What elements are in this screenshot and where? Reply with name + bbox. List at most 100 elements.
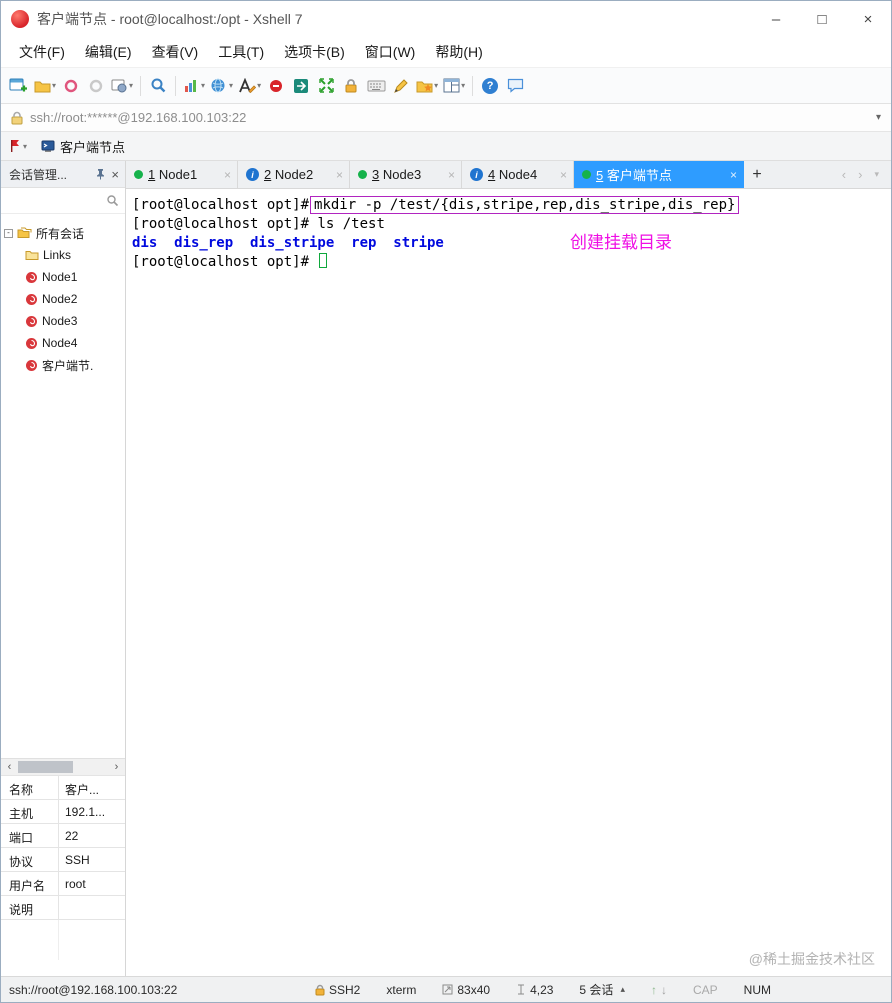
virtual-keyboard-button[interactable] — [364, 72, 388, 99]
web-button[interactable]: ▾ — [208, 72, 235, 99]
tree-root-all-sessions[interactable]: - 所有会话 — [1, 222, 125, 244]
address-bar[interactable]: ssh://root:******@192.168.100.103:22 ▾ — [1, 104, 891, 132]
favorites-button[interactable]: ▾ — [414, 72, 440, 99]
scrollbar-track[interactable] — [18, 759, 108, 775]
tab-status-info-icon: i — [470, 168, 483, 181]
search-icon[interactable] — [106, 194, 119, 207]
disconnect-button[interactable] — [264, 72, 288, 99]
title-bar: 客户端节点 - root@localhost:/opt - Xshell 7 –… — [1, 1, 891, 37]
tab-node4[interactable]: i 4 Node4 × — [462, 161, 574, 188]
sidebar-horizontal-scrollbar[interactable]: ‹ › — [1, 758, 125, 775]
tree-item-node2[interactable]: Node2 — [1, 288, 125, 310]
transfer-button[interactable] — [59, 72, 83, 99]
tab-close-icon[interactable]: × — [224, 168, 231, 182]
compose-pen-icon — [394, 78, 408, 93]
menu-bar: 文件(F) 编辑(E) 查看(V) 工具(T) 选项卡(B) 窗口(W) 帮助(… — [1, 37, 891, 67]
font-button[interactable]: ▾ — [236, 72, 263, 99]
tab-node3[interactable]: 3 Node3 × — [350, 161, 462, 188]
content-area: 1 Node1 × i 2 Node2 × 3 Node3 × i 4 Node… — [126, 161, 891, 976]
session-properties-button[interactable]: ▾ — [109, 72, 135, 99]
status-transfer-arrows: ↑ ↓ — [651, 983, 667, 997]
new-tab-button[interactable]: + — [744, 161, 770, 188]
scroll-right-icon[interactable]: › — [108, 761, 125, 773]
toolbar-separator — [140, 75, 142, 96]
menu-window[interactable]: 窗口(W) — [355, 38, 426, 66]
lock-button[interactable] — [339, 72, 363, 99]
tab-close-icon[interactable]: × — [448, 168, 455, 182]
scrollbar-thumb[interactable] — [18, 761, 73, 773]
terminal-view[interactable]: [root@localhost opt]# mkdir -p /test/{dis… — [126, 189, 891, 976]
tab-scroll-right-icon[interactable]: › — [858, 167, 862, 182]
menu-tools[interactable]: 工具(T) — [208, 38, 274, 66]
new-session-button[interactable] — [7, 72, 31, 99]
chevron-down-icon: ▾ — [434, 81, 439, 90]
file-transfer-button[interactable] — [289, 72, 313, 99]
fullscreen-button[interactable] — [314, 72, 338, 99]
layout-icon — [443, 78, 460, 93]
quick-session-label: 客户端节点 — [60, 139, 126, 155]
tree-item-node4[interactable]: Node4 — [1, 332, 125, 354]
chat-bubble-icon — [507, 78, 523, 93]
dashboard-button[interactable]: ▾ — [181, 72, 207, 99]
menu-file[interactable]: 文件(F) — [9, 38, 75, 66]
compose-button[interactable] — [389, 72, 413, 99]
quick-bar: ▾ 客户端节点 — [1, 132, 891, 161]
tab-label: 客户端节点 — [606, 168, 672, 183]
close-button[interactable]: × — [845, 1, 891, 37]
tab-list-dropdown-icon[interactable]: ▾ — [874, 169, 879, 180]
session-icon — [26, 359, 37, 371]
xshell-window: 客户端节点 - root@localhost:/opt - Xshell 7 –… — [0, 0, 892, 1003]
globe-icon — [211, 78, 225, 93]
property-value: SSH — [65, 853, 90, 867]
session-icon — [26, 271, 37, 283]
find-button[interactable] — [146, 72, 170, 99]
tab-scroll-left-icon[interactable]: ‹ — [842, 167, 846, 182]
status-session-count[interactable]: 5 会话 ▴ — [579, 981, 625, 998]
chevron-down-icon[interactable]: ▾ — [23, 142, 27, 151]
property-key: 用户名 — [1, 872, 59, 895]
menu-edit[interactable]: 编辑(E) — [75, 38, 142, 66]
terminal-cursor — [319, 253, 328, 268]
session-search-row — [1, 188, 125, 214]
tab-node1[interactable]: 1 Node1 × — [126, 161, 238, 188]
scroll-left-icon[interactable]: ‹ — [1, 761, 18, 773]
feedback-button[interactable] — [503, 72, 527, 99]
status-cursor-position: 4,23 — [516, 983, 553, 997]
tree-item-node1[interactable]: Node1 — [1, 266, 125, 288]
property-value — [59, 896, 125, 919]
tree-item-client-node[interactable]: 客户端节. — [1, 354, 125, 376]
tree-item-links[interactable]: Links — [1, 244, 125, 266]
pin-icon[interactable] — [95, 168, 106, 180]
tab-close-icon[interactable]: × — [730, 168, 737, 182]
minimize-button[interactable]: – — [753, 1, 799, 37]
font-icon — [239, 77, 257, 93]
address-input[interactable]: ssh://root:******@192.168.100.103:22 — [30, 110, 876, 125]
download-arrow-icon: ↓ — [660, 982, 667, 997]
tree-expander-icon[interactable]: - — [4, 228, 13, 238]
bookmark-flag-icon[interactable] — [9, 139, 21, 153]
tab-close-icon[interactable]: × — [560, 168, 567, 182]
menu-view[interactable]: 查看(V) — [142, 38, 209, 66]
help-button[interactable]: ? — [478, 72, 502, 99]
quick-session-item[interactable]: 客户端节点 — [33, 134, 133, 159]
property-row: 说明 — [1, 896, 125, 920]
disabled-transfer-button — [84, 72, 108, 99]
menu-help[interactable]: 帮助(H) — [425, 38, 492, 66]
tab-close-icon[interactable]: × — [336, 168, 343, 182]
watermark: @稀土掘金技术社区 — [748, 951, 875, 967]
address-dropdown-icon[interactable]: ▾ — [876, 112, 881, 123]
panel-close-icon[interactable]: × — [111, 167, 119, 182]
property-value: 22 — [65, 829, 79, 843]
annotation-text: 创建挂载目录 — [570, 233, 672, 252]
caret-position-icon — [518, 984, 525, 995]
session-icon — [26, 315, 37, 327]
maximize-button[interactable]: □ — [799, 1, 845, 37]
menu-tab[interactable]: 选项卡(B) — [274, 38, 355, 66]
tree-root-label: 所有会话 — [36, 226, 85, 241]
tab-client-node[interactable]: 5 客户端节点 × — [574, 161, 744, 188]
tab-node2[interactable]: i 2 Node2 × — [238, 161, 350, 188]
layout-button[interactable]: ▾ — [441, 72, 467, 99]
open-button[interactable]: ▾ — [32, 72, 58, 99]
property-key: 说明 — [1, 896, 59, 919]
tree-item-node3[interactable]: Node3 — [1, 310, 125, 332]
